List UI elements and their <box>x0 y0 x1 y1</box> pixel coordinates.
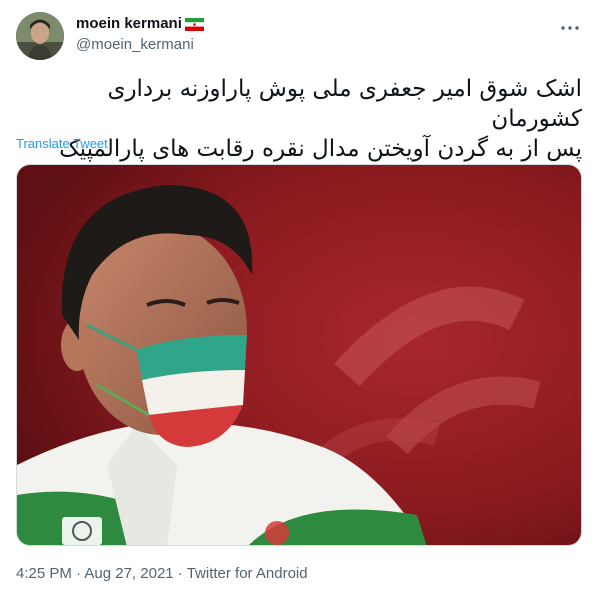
user-info: moein kermani @moein_kermani <box>76 14 204 55</box>
more-dots-icon <box>561 26 579 30</box>
tweet-time[interactable]: 4:25 PM <box>16 565 72 582</box>
meta-separator-1: · <box>71 565 85 582</box>
tweet-text-line-1: اشک شوق امیر جعفری ملی پوش پاراوزنه بردا… <box>107 76 582 132</box>
user-handle[interactable]: @moein_kermani <box>76 35 204 55</box>
tweet-date[interactable]: Aug 27, 2021 <box>84 565 173 582</box>
tweet-photo[interactable] <box>16 164 582 546</box>
display-name-text: moein kermani <box>76 15 182 32</box>
more-options-button[interactable] <box>558 16 582 40</box>
translate-tweet-link[interactable]: Translate Tweet <box>16 136 108 151</box>
meta-separator-2: · <box>173 565 187 582</box>
avatar-image <box>16 12 64 60</box>
tweet-meta: 4:25 PM · Aug 27, 2021 · Twitter for And… <box>16 565 308 582</box>
tweet-source[interactable]: Twitter for Android <box>187 565 308 582</box>
athlete-photo <box>17 165 581 545</box>
iran-flag-icon <box>184 17 204 31</box>
display-name[interactable]: moein kermani <box>76 14 204 34</box>
tweet-card: moein kermani @moein_kermani اشک شوق امی… <box>0 0 598 593</box>
avatar[interactable] <box>16 12 64 60</box>
